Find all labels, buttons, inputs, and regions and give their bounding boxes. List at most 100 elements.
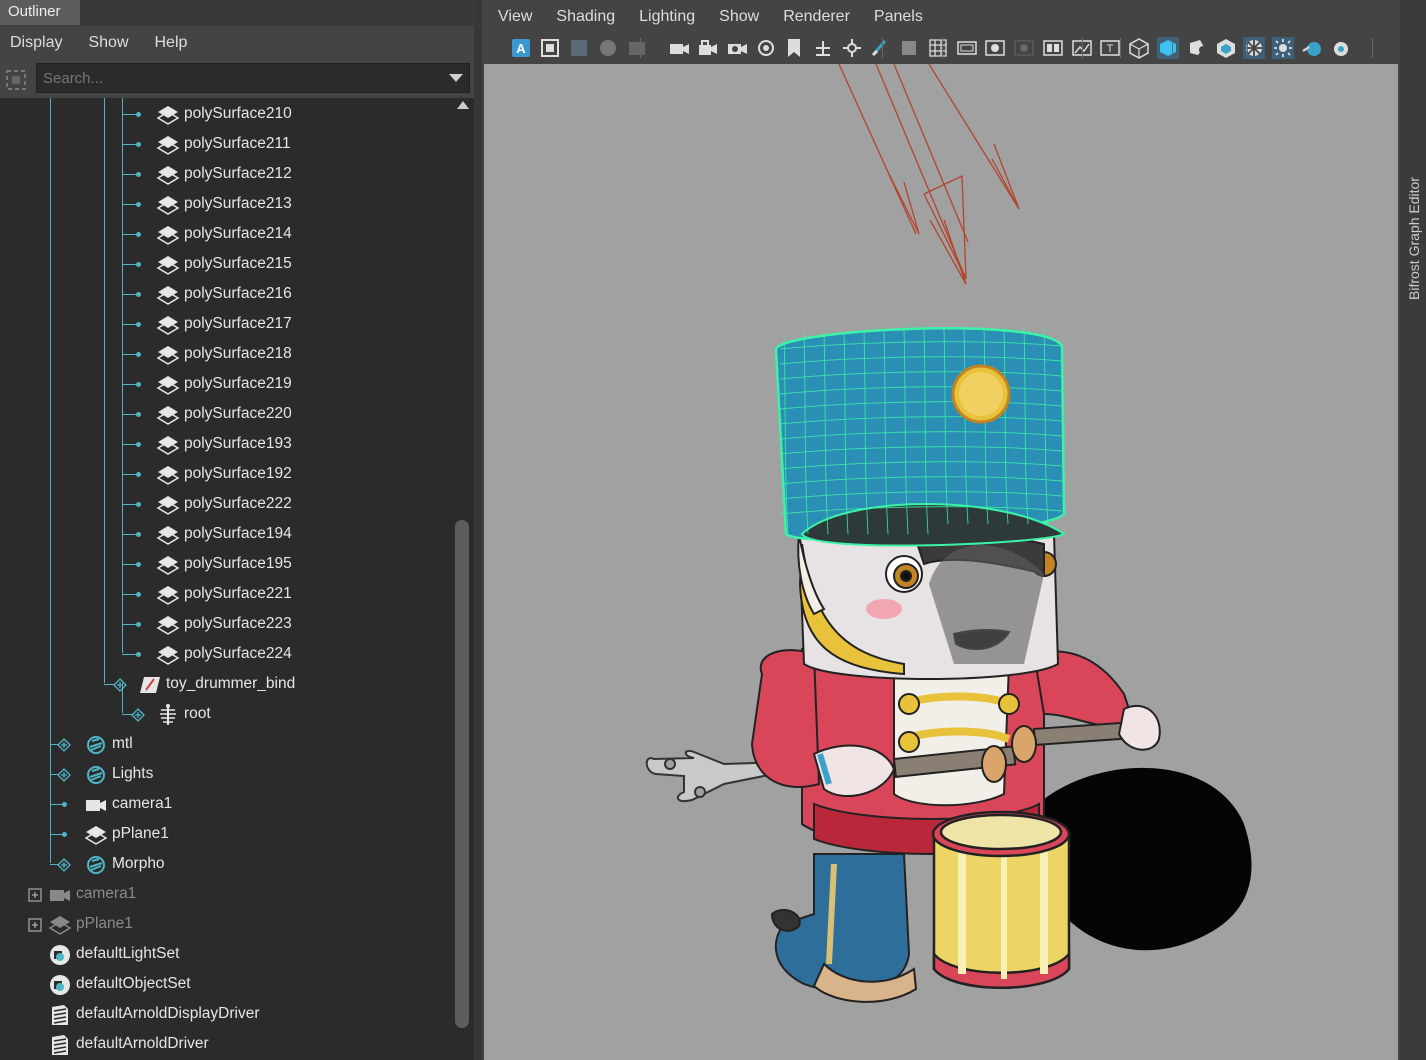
resolution-gate-icon[interactable] [783, 37, 805, 59]
bookmarks-icon[interactable] [568, 37, 590, 59]
outliner-item[interactable]: Lights [0, 760, 452, 790]
scroll-up-arrow-icon[interactable] [457, 101, 469, 109]
tree-node-dot [136, 352, 141, 357]
film-gate-icon[interactable] [755, 37, 777, 59]
outliner-item[interactable]: defaultLightSet [0, 940, 452, 970]
textured-icon[interactable]: T [1099, 37, 1121, 59]
outliner-item[interactable]: polySurface219 [0, 370, 452, 400]
outliner-item-label: polySurface221 [184, 585, 292, 602]
select-camera-icon[interactable]: A [510, 37, 532, 59]
menu-renderer[interactable]: Renderer [783, 8, 850, 26]
default-material-icon[interactable] [1013, 37, 1035, 59]
outliner-tab[interactable]: Outliner [0, 0, 80, 26]
expand-node-icon[interactable] [131, 708, 145, 722]
3d-viewport[interactable] [484, 64, 1398, 1060]
outliner-item[interactable]: defaultArnoldDriver [0, 1030, 452, 1060]
expand-plus-icon[interactable] [28, 888, 42, 902]
outliner-item[interactable]: polySurface210 [0, 100, 452, 130]
shadows-icon[interactable] [1157, 37, 1179, 59]
field-chart-icon[interactable] [841, 37, 863, 59]
mesh-icon [156, 166, 180, 185]
outliner-item[interactable]: polySurface220 [0, 400, 452, 430]
outliner-item[interactable]: pPlane1 [0, 910, 452, 940]
toolbar-separator [1247, 38, 1248, 58]
safe-title-icon[interactable] [898, 37, 920, 59]
mesh-icon [156, 376, 180, 395]
directional-light-gizmo[interactable] [838, 64, 1020, 285]
outliner-item[interactable]: polySurface192 [0, 460, 452, 490]
menu-lighting[interactable]: Lighting [639, 8, 695, 26]
grease-pencil-icon[interactable] [668, 37, 690, 59]
wireframe-on-shaded-icon[interactable] [1042, 37, 1064, 59]
lock-camera-icon[interactable] [697, 37, 719, 59]
outliner-item[interactable]: defaultArnoldDisplayDriver [0, 1000, 452, 1030]
menu-show[interactable]: Show [719, 8, 759, 26]
menu-help[interactable]: Help [155, 34, 188, 52]
expand-plus-icon[interactable] [28, 918, 42, 932]
outliner-item[interactable]: polySurface224 [0, 640, 452, 670]
outliner-item[interactable]: polySurface211 [0, 130, 452, 160]
outliner-item[interactable]: polySurface212 [0, 160, 452, 190]
screen-space-ao-icon[interactable] [1186, 37, 1208, 59]
bifrost-graph-editor-tab[interactable]: Bifrost Graph Editor [1404, 150, 1424, 350]
outliner-item[interactable]: polySurface213 [0, 190, 452, 220]
menu-view[interactable]: View [498, 8, 532, 26]
drummer-hat[interactable] [774, 326, 1066, 547]
xray-joints-icon[interactable] [1330, 37, 1352, 59]
outliner-item[interactable]: polySurface222 [0, 490, 452, 520]
depth-of-field-icon[interactable] [1272, 37, 1294, 59]
outliner-item[interactable]: polySurface217 [0, 310, 452, 340]
menu-shading[interactable]: Shading [556, 8, 615, 26]
search-input[interactable] [37, 64, 437, 92]
camera-attributes-icon[interactable] [539, 37, 561, 59]
outliner-item[interactable]: toy_drummer_bind [0, 670, 452, 700]
image-plane-icon[interactable] [597, 37, 619, 59]
outliner-item[interactable]: pPlane1 [0, 820, 452, 850]
outliner-item[interactable]: camera1 [0, 880, 452, 910]
scroll-thumb[interactable] [455, 520, 469, 1028]
use-all-lights-icon[interactable] [1128, 37, 1150, 59]
outliner-item[interactable]: polySurface216 [0, 280, 452, 310]
drum[interactable] [931, 810, 1071, 989]
outliner-item-label: Morpho [112, 855, 165, 872]
outliner-item[interactable]: polySurface194 [0, 520, 452, 550]
outliner-item[interactable]: polySurface214 [0, 220, 452, 250]
outliner-item[interactable]: polySurface193 [0, 430, 452, 460]
outliner-item[interactable]: defaultObjectSet [0, 970, 452, 1000]
tree-node-dot [136, 532, 141, 537]
tree-node-dot [136, 292, 141, 297]
outliner-item-label: polySurface214 [184, 225, 292, 242]
expand-node-icon[interactable] [113, 678, 127, 692]
2d-pan-zoom-icon[interactable] [626, 37, 648, 59]
outliner-item[interactable]: polySurface223 [0, 610, 452, 640]
menu-display[interactable]: Display [10, 34, 62, 52]
grid-icon[interactable] [927, 37, 949, 59]
gate-mask-icon[interactable] [812, 37, 834, 59]
menu-show[interactable]: Show [88, 34, 128, 52]
outliner-item[interactable]: polySurface195 [0, 550, 452, 580]
filter-icon[interactable] [4, 68, 28, 92]
menu-panels[interactable]: Panels [874, 8, 923, 26]
search-dropdown-icon[interactable] [449, 74, 463, 82]
outliner-item-label: polySurface211 [184, 135, 291, 152]
wireframe-icon[interactable] [956, 37, 978, 59]
outliner-item[interactable]: polySurface221 [0, 580, 452, 610]
expand-node-icon[interactable] [57, 738, 71, 752]
outliner-scrollbar[interactable] [452, 98, 474, 1060]
panel-divider[interactable] [474, 0, 482, 1060]
outliner-item[interactable]: mtl [0, 730, 452, 760]
outliner-item[interactable]: polySurface215 [0, 250, 452, 280]
outliner-item[interactable]: root [0, 700, 452, 730]
outliner-item[interactable]: camera1 [0, 790, 452, 820]
expand-node-icon[interactable] [57, 858, 71, 872]
isolate-select-icon[interactable] [1301, 37, 1323, 59]
outliner-item-label: pPlane1 [76, 915, 133, 932]
smooth-shade-icon[interactable] [984, 37, 1006, 59]
camera-settings-icon[interactable] [726, 37, 748, 59]
outliner-item[interactable]: Morpho [0, 850, 452, 880]
safe-action-icon[interactable] [869, 37, 891, 59]
outliner-item-label: polySurface194 [184, 525, 292, 542]
outliner-item[interactable]: polySurface218 [0, 340, 452, 370]
expand-node-icon[interactable] [57, 768, 71, 782]
motion-blur-icon[interactable] [1215, 37, 1237, 59]
